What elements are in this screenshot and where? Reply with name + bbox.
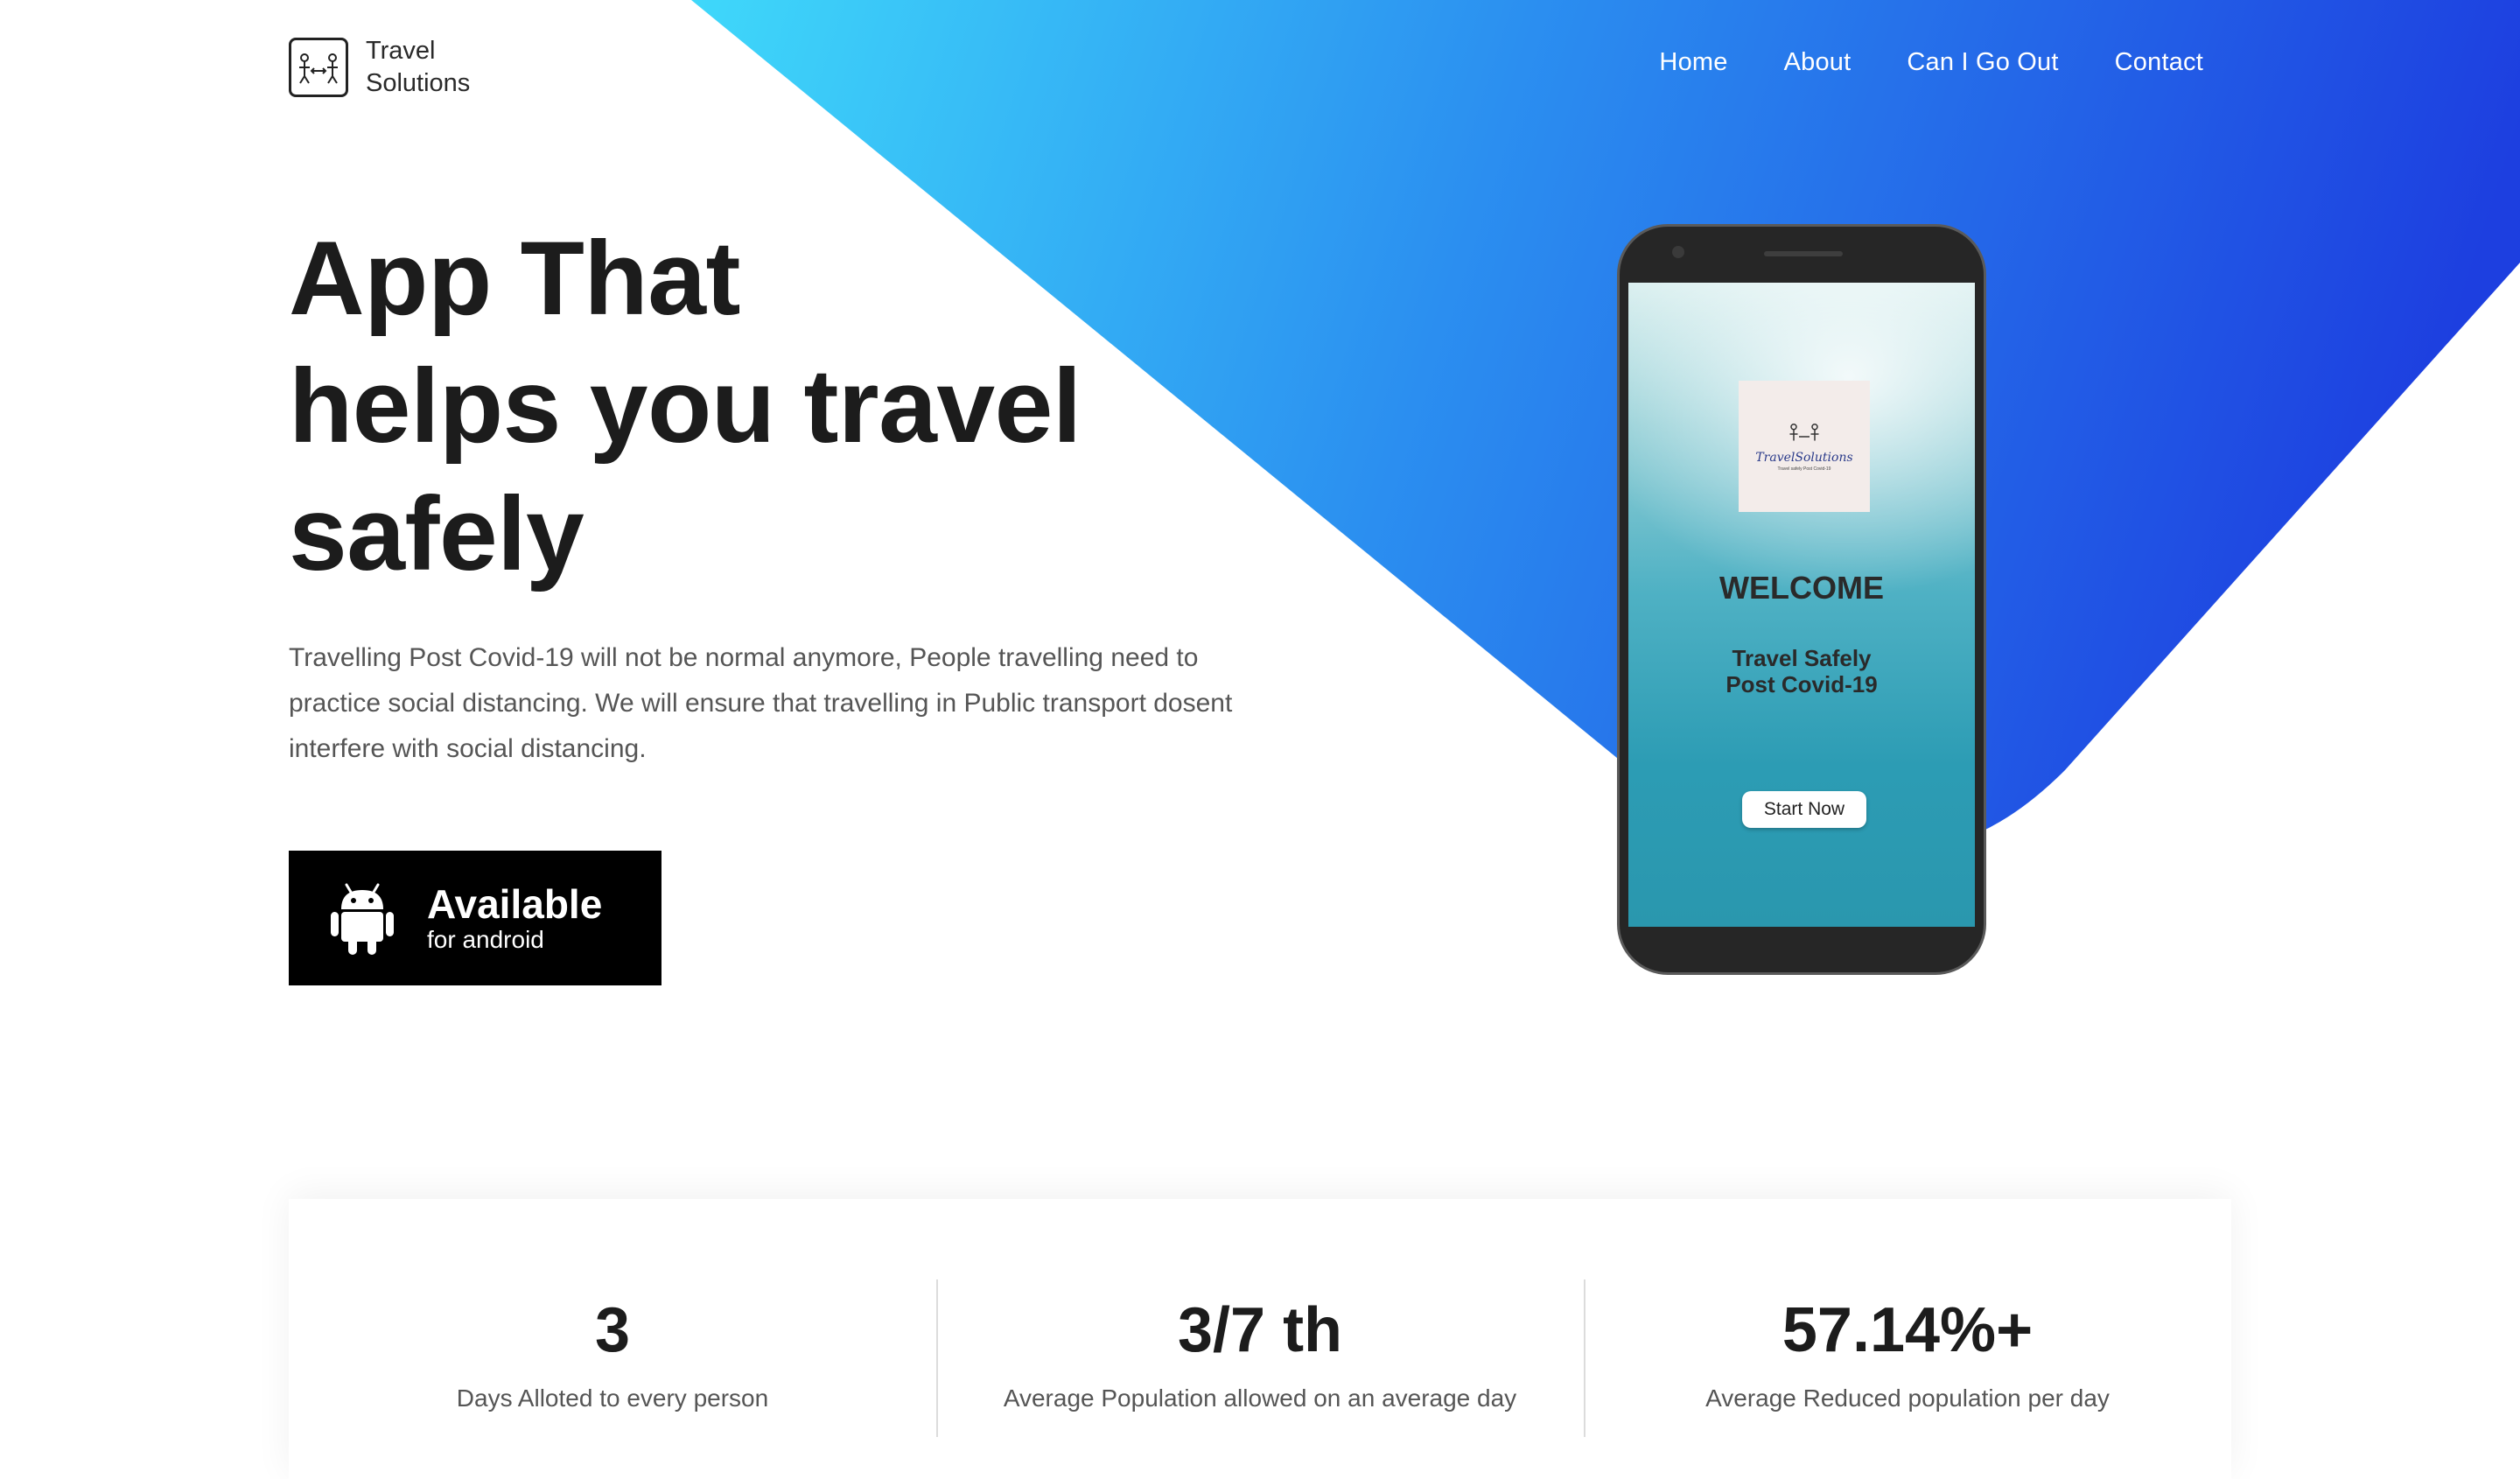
stat-reduced-population: 57.14%+ Average Reduced population per d…: [1584, 1199, 2231, 1479]
phone-mockup: TravelSolutions Travel safely Post Covid…: [1617, 224, 1986, 975]
screen-welcome-heading: WELCOME: [1719, 570, 1884, 606]
stat-average-population: 3/7 th Average Population allowed on an …: [936, 1199, 1584, 1479]
phone-screen: TravelSolutions Travel safely Post Covid…: [1628, 283, 1975, 927]
brand-name: Travel Solutions: [366, 35, 470, 100]
stat-value: 3/7 th: [1177, 1295, 1343, 1365]
screen-subtitle-line2: Post Covid-19: [1726, 671, 1878, 697]
app-logo-tagline: Travel safely Post Covid-19: [1777, 466, 1831, 472]
stats-card: 3 Days Alloted to every person 3/7 th Av…: [289, 1199, 2231, 1479]
stat-value: 57.14%+: [1782, 1295, 2034, 1365]
stat-days-alloted: 3 Days Alloted to every person: [289, 1199, 936, 1479]
brand-logo[interactable]: Travel Solutions: [289, 35, 470, 100]
stat-value: 3: [594, 1295, 631, 1365]
stat-label: Average Reduced population per day: [1705, 1384, 2110, 1412]
hero-title-line2: helps you travel: [289, 347, 1082, 465]
nav-about[interactable]: About: [1784, 48, 1852, 77]
hero-title: App That helps you travel safely: [289, 214, 1082, 598]
hero-description: Travelling Post Covid-19 will not be nor…: [289, 643, 1233, 763]
start-now-button[interactable]: Start Now: [1742, 791, 1866, 828]
app-logo-card: TravelSolutions Travel safely Post Covid…: [1739, 381, 1870, 512]
phone-speaker: [1764, 251, 1843, 256]
nav-contact[interactable]: Contact: [2115, 48, 2203, 77]
stat-label: Average Population allowed on an average…: [1003, 1384, 1517, 1412]
nav-home[interactable]: Home: [1659, 48, 1727, 77]
travel-logo-icon: [289, 38, 348, 97]
android-button-sub-label: for android: [427, 926, 544, 953]
nav-can-i-go-out[interactable]: Can I Go Out: [1907, 48, 2058, 77]
stat-divider: [1584, 1279, 1586, 1437]
android-icon: [331, 883, 394, 955]
available-for-android-button[interactable]: Available for android: [289, 851, 662, 985]
screen-subtitle-line1: Travel Safely: [1732, 645, 1872, 671]
android-button-text: Available for android: [427, 882, 602, 954]
stat-label: Days Alloted to every person: [456, 1384, 769, 1412]
app-logo-text: TravelSolutions: [1755, 451, 1853, 465]
stat-divider: [936, 1279, 938, 1437]
brand-name-line1: Travel: [366, 37, 436, 65]
main-nav: Home About Can I Go Out Contact: [1659, 48, 2203, 77]
hero-title-line1: App That: [289, 220, 740, 337]
android-button-main-label: Available: [427, 881, 603, 927]
app-logo-icon: [1789, 424, 1819, 441]
brand-name-line2: Solutions: [366, 69, 471, 97]
phone-camera: [1672, 246, 1684, 258]
screen-subtitle: Travel Safely Post Covid-19: [1628, 645, 1975, 697]
hero-title-line3: safely: [289, 475, 584, 592]
